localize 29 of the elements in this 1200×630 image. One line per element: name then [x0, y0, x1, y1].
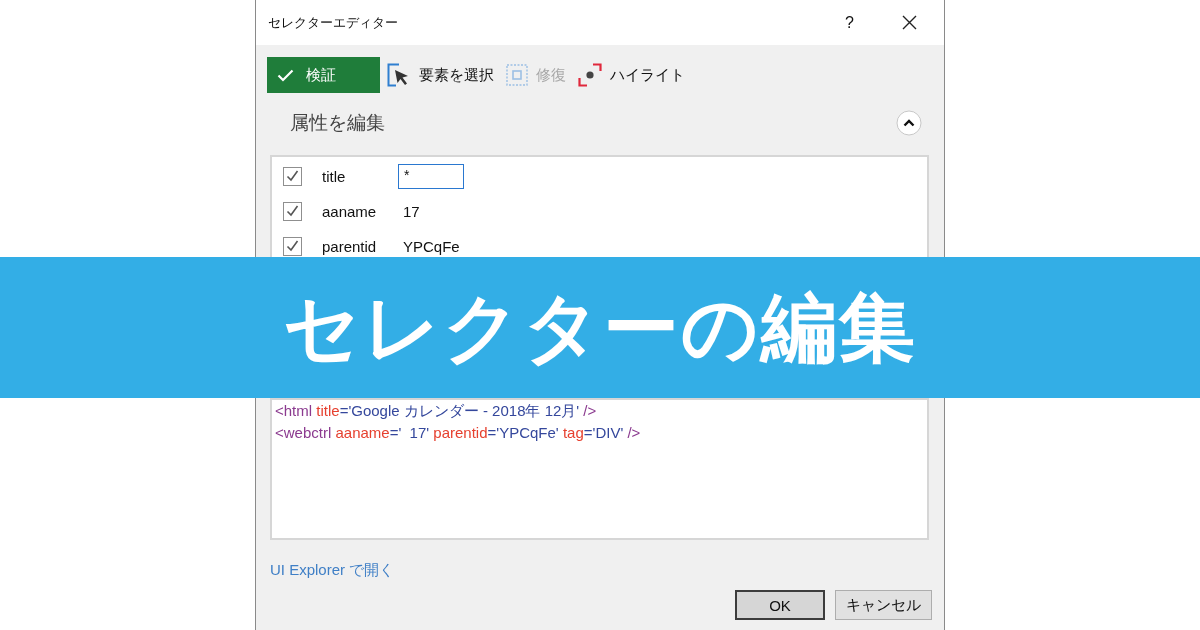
banner-title: セレクターの編集 — [283, 289, 917, 366]
code-line: <html title='Google カレンダー - 2018年 12月' /> — [275, 401, 598, 421]
check-icon — [277, 68, 294, 82]
window-title: セレクターエディター — [268, 13, 399, 32]
dialog-button[interactable]: キャンセル — [835, 590, 932, 620]
toolbar-button[interactable]: 要素を選択 — [382, 57, 499, 93]
chevron-up-icon — [896, 110, 922, 136]
dialog-button[interactable]: OK — [735, 590, 825, 620]
attribute-name: title — [322, 168, 347, 185]
checkbox[interactable] — [283, 237, 302, 256]
selector-text-field[interactable]: <html title='Google カレンダー - 2018年 12月' /> <webctrl aaname=' 17' parentid='YPCqFe' tag='DIV' /> — [270, 398, 929, 540]
attribute-value: YPCqFe — [402, 238, 460, 255]
attribute-value-field[interactable]: * — [398, 164, 464, 189]
collapse-button[interactable] — [896, 110, 922, 136]
attribute-name: aaname — [322, 203, 378, 220]
dot-frame-icon — [578, 63, 602, 87]
attribute-name: parentid — [322, 238, 378, 255]
help-button[interactable]: ? — [841, 13, 858, 32]
close-button[interactable] — [902, 15, 917, 30]
section-title: 属性を編集 — [290, 111, 385, 135]
checkbox[interactable] — [283, 202, 302, 221]
open-explorer-link[interactable]: UI Explorer で開く — [270, 560, 395, 580]
validate-button[interactable]: 検証 — [267, 57, 380, 93]
toolbar-button[interactable]: ハイライト — [573, 57, 690, 93]
code-line: <webctrl aaname=' 17' parentid='YPCqFe' tag='DIV' /> — [275, 423, 642, 443]
frame-icon — [506, 64, 528, 86]
attribute-value: 17 — [402, 203, 420, 220]
checkbox[interactable] — [283, 167, 302, 186]
close-icon — [902, 15, 917, 30]
